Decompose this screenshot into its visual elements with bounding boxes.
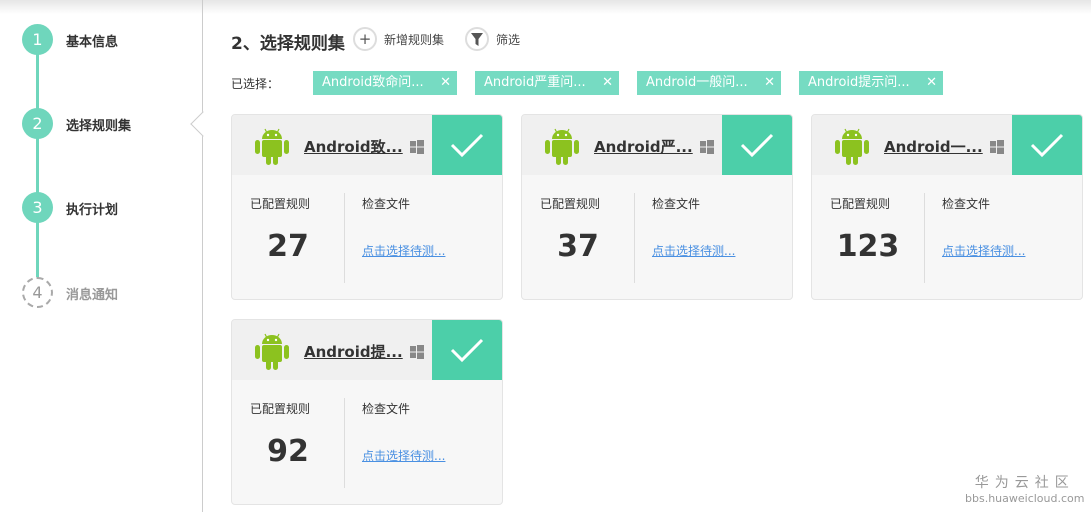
step-select-ruleset[interactable]: 2 选择规则集 bbox=[22, 108, 192, 139]
step-basic-info[interactable]: 1 基本信息 bbox=[22, 24, 192, 55]
step-number: 4 bbox=[22, 277, 53, 308]
step-label: 执行计划 bbox=[66, 203, 119, 218]
android-icon bbox=[254, 126, 290, 170]
selected-tag: Android提示问... ✕ bbox=[799, 71, 943, 95]
ruleset-card[interactable]: Android致... 已配置规则 27 检查文件 点击选择待测... bbox=[231, 114, 503, 300]
step-number: 2 bbox=[22, 108, 53, 139]
files-label: 检查文件 bbox=[652, 197, 701, 211]
selected-label: 已选择： bbox=[231, 77, 280, 91]
step-notification[interactable]: 4 消息通知 bbox=[22, 277, 192, 308]
card-header: Android提... bbox=[232, 320, 502, 380]
card-body: 已配置规则 123 检查文件 点击选择待测... bbox=[812, 175, 1082, 299]
step-label: 消息通知 bbox=[66, 288, 119, 303]
close-icon[interactable]: ✕ bbox=[440, 71, 451, 95]
selected-check-icon[interactable] bbox=[432, 320, 502, 380]
add-ruleset-label: 新增规则集 bbox=[384, 32, 445, 47]
windows-icon bbox=[410, 344, 424, 363]
android-icon bbox=[544, 126, 580, 170]
ruleset-card[interactable]: Android严... 已配置规则 37 检查文件 点击选择待测... bbox=[521, 114, 793, 300]
selected-check-icon[interactable] bbox=[432, 115, 502, 175]
page-title: 2、选择规则集 bbox=[231, 34, 345, 54]
select-files-link[interactable]: 点击选择待测... bbox=[942, 242, 1025, 259]
add-ruleset-button[interactable]: + 新增规则集 bbox=[353, 27, 444, 51]
step-label: 选择规则集 bbox=[66, 119, 132, 134]
card-header: Android致... bbox=[232, 115, 502, 175]
watermark-title: 华为云社区 bbox=[974, 475, 1075, 491]
step-number: 3 bbox=[22, 192, 53, 223]
divider bbox=[344, 398, 345, 488]
tag-label: Android致命问... bbox=[322, 75, 424, 90]
card-body: 已配置规则 37 检查文件 点击选择待测... bbox=[522, 175, 792, 299]
rules-label: 已配置规则 bbox=[250, 402, 311, 416]
rules-count: 27 bbox=[267, 229, 309, 264]
android-icon bbox=[834, 126, 870, 170]
selected-tag: Android一般问... ✕ bbox=[637, 71, 781, 95]
select-files-link[interactable]: 点击选择待测... bbox=[362, 242, 445, 259]
rules-count: 123 bbox=[836, 229, 900, 264]
card-header: Android严... bbox=[522, 115, 792, 175]
selected-tag: Android严重问... ✕ bbox=[475, 71, 619, 95]
windows-icon bbox=[700, 139, 714, 158]
files-label: 检查文件 bbox=[362, 402, 411, 416]
ruleset-name-link[interactable]: Android提... bbox=[304, 341, 403, 362]
ruleset-name-link[interactable]: Android严... bbox=[594, 136, 693, 157]
step-sidebar: 1 基本信息 2 选择规则集 3 执行计划 4 消息通知 bbox=[0, 0, 203, 512]
card-header: Android一... bbox=[812, 115, 1082, 175]
step-execution-plan[interactable]: 3 执行计划 bbox=[22, 192, 192, 223]
watermark: 华为云社区 bbs.huaweicloud.com bbox=[965, 472, 1084, 505]
card-body: 已配置规则 92 检查文件 点击选择待测... bbox=[232, 380, 502, 504]
ruleset-name-link[interactable]: Android致... bbox=[304, 136, 403, 157]
close-icon[interactable]: ✕ bbox=[764, 71, 775, 95]
select-files-link[interactable]: 点击选择待测... bbox=[362, 447, 445, 464]
ruleset-card[interactable]: Android一... 已配置规则 123 检查文件 点击选择待测... bbox=[811, 114, 1083, 300]
windows-icon bbox=[410, 139, 424, 158]
windows-icon bbox=[990, 139, 1004, 158]
close-icon[interactable]: ✕ bbox=[926, 71, 937, 95]
select-files-link[interactable]: 点击选择待测... bbox=[652, 242, 735, 259]
divider bbox=[634, 193, 635, 283]
filter-button[interactable]: 筛选 bbox=[465, 27, 520, 51]
step-connector bbox=[36, 40, 39, 292]
card-body: 已配置规则 27 检查文件 点击选择待测... bbox=[232, 175, 502, 299]
filter-label: 筛选 bbox=[496, 32, 521, 47]
rules-label: 已配置规则 bbox=[830, 197, 891, 211]
rules-count: 37 bbox=[557, 229, 599, 264]
rules-count: 92 bbox=[267, 434, 309, 469]
ruleset-card[interactable]: Android提... 已配置规则 92 检查文件 点击选择待测... bbox=[231, 319, 503, 505]
tag-label: Android一般问... bbox=[646, 75, 748, 90]
selected-check-icon[interactable] bbox=[1012, 115, 1082, 175]
ruleset-name-link[interactable]: Android一... bbox=[884, 136, 983, 157]
rules-label: 已配置规则 bbox=[250, 197, 311, 211]
selected-tag: Android致命问... ✕ bbox=[313, 71, 457, 95]
tag-label: Android提示问... bbox=[808, 75, 910, 90]
files-label: 检查文件 bbox=[362, 197, 411, 211]
filter-icon bbox=[465, 27, 489, 51]
rules-label: 已配置规则 bbox=[540, 197, 601, 211]
divider bbox=[924, 193, 925, 283]
plus-icon: + bbox=[353, 27, 377, 51]
tag-label: Android严重问... bbox=[484, 75, 586, 90]
watermark-url: bbs.huaweicloud.com bbox=[965, 492, 1085, 505]
close-icon[interactable]: ✕ bbox=[602, 71, 613, 95]
step-number: 1 bbox=[22, 24, 53, 55]
android-icon bbox=[254, 331, 290, 375]
step-label: 基本信息 bbox=[66, 35, 119, 50]
selected-check-icon[interactable] bbox=[722, 115, 792, 175]
divider bbox=[344, 193, 345, 283]
files-label: 检查文件 bbox=[942, 197, 991, 211]
